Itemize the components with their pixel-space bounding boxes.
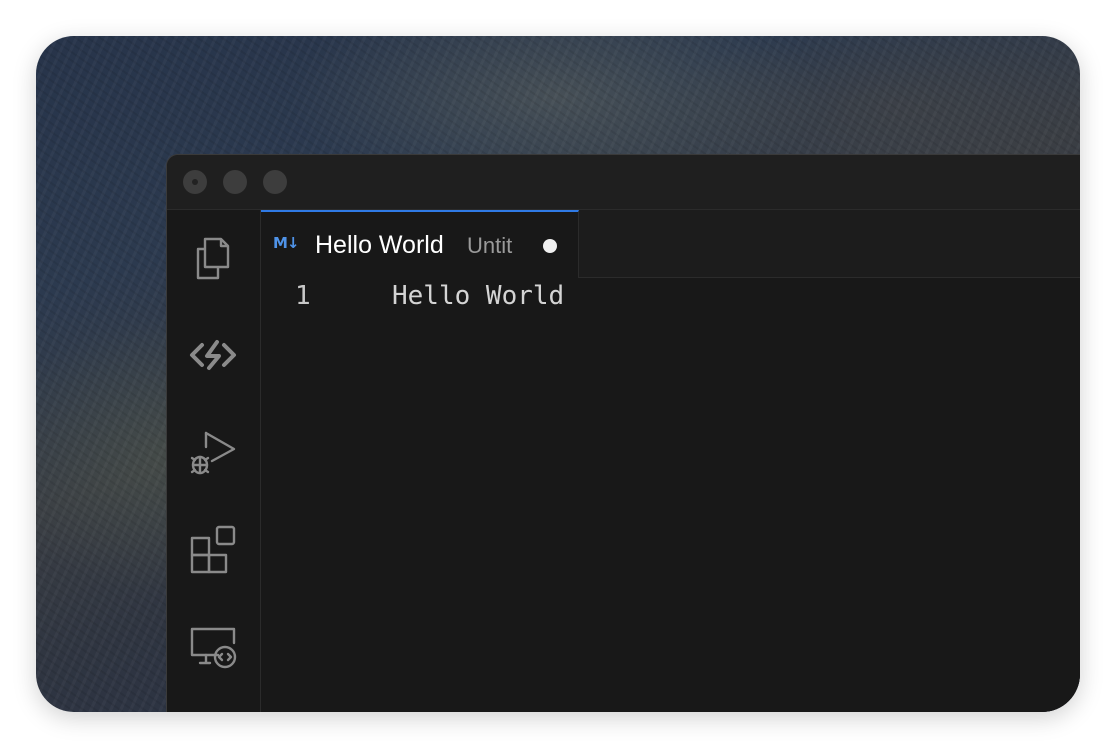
unsaved-dot-icon[interactable] — [543, 239, 557, 253]
extensions-button[interactable] — [187, 523, 239, 575]
explorer-button[interactable] — [187, 232, 239, 284]
editor-window: M↓ Hello World Untit 1 Hello World — [166, 154, 1080, 712]
source-control-button[interactable] — [187, 329, 239, 381]
remote-explorer-icon — [190, 627, 237, 669]
close-window-button[interactable] — [183, 170, 207, 194]
remote-explorer-button[interactable] — [187, 620, 239, 672]
source-control-icon — [190, 340, 236, 370]
desktop-frame: M↓ Hello World Untit 1 Hello World — [36, 36, 1080, 712]
minimize-window-button[interactable] — [223, 170, 247, 194]
tab-title: Hello World — [315, 231, 444, 259]
run-debug-button[interactable] — [187, 426, 239, 478]
markdown-icon: M↓ — [273, 234, 299, 252]
zoom-window-button[interactable] — [263, 170, 287, 194]
files-icon — [196, 237, 230, 280]
line-text[interactable]: Hello World — [392, 281, 564, 311]
editor-tab-strip: M↓ Hello World Untit — [261, 210, 1080, 278]
extensions-icon — [190, 525, 236, 574]
activity-bar — [167, 210, 261, 712]
editor-text-area[interactable]: 1 Hello World — [261, 278, 1080, 712]
tab-hello-world[interactable]: M↓ Hello World Untit — [261, 210, 579, 278]
line-number: 1 — [295, 281, 311, 311]
tab-description: Untit — [467, 233, 513, 258]
run-debug-icon — [190, 431, 236, 475]
title-bar — [167, 155, 1080, 210]
editor-line: 1 Hello World — [261, 278, 1080, 318]
